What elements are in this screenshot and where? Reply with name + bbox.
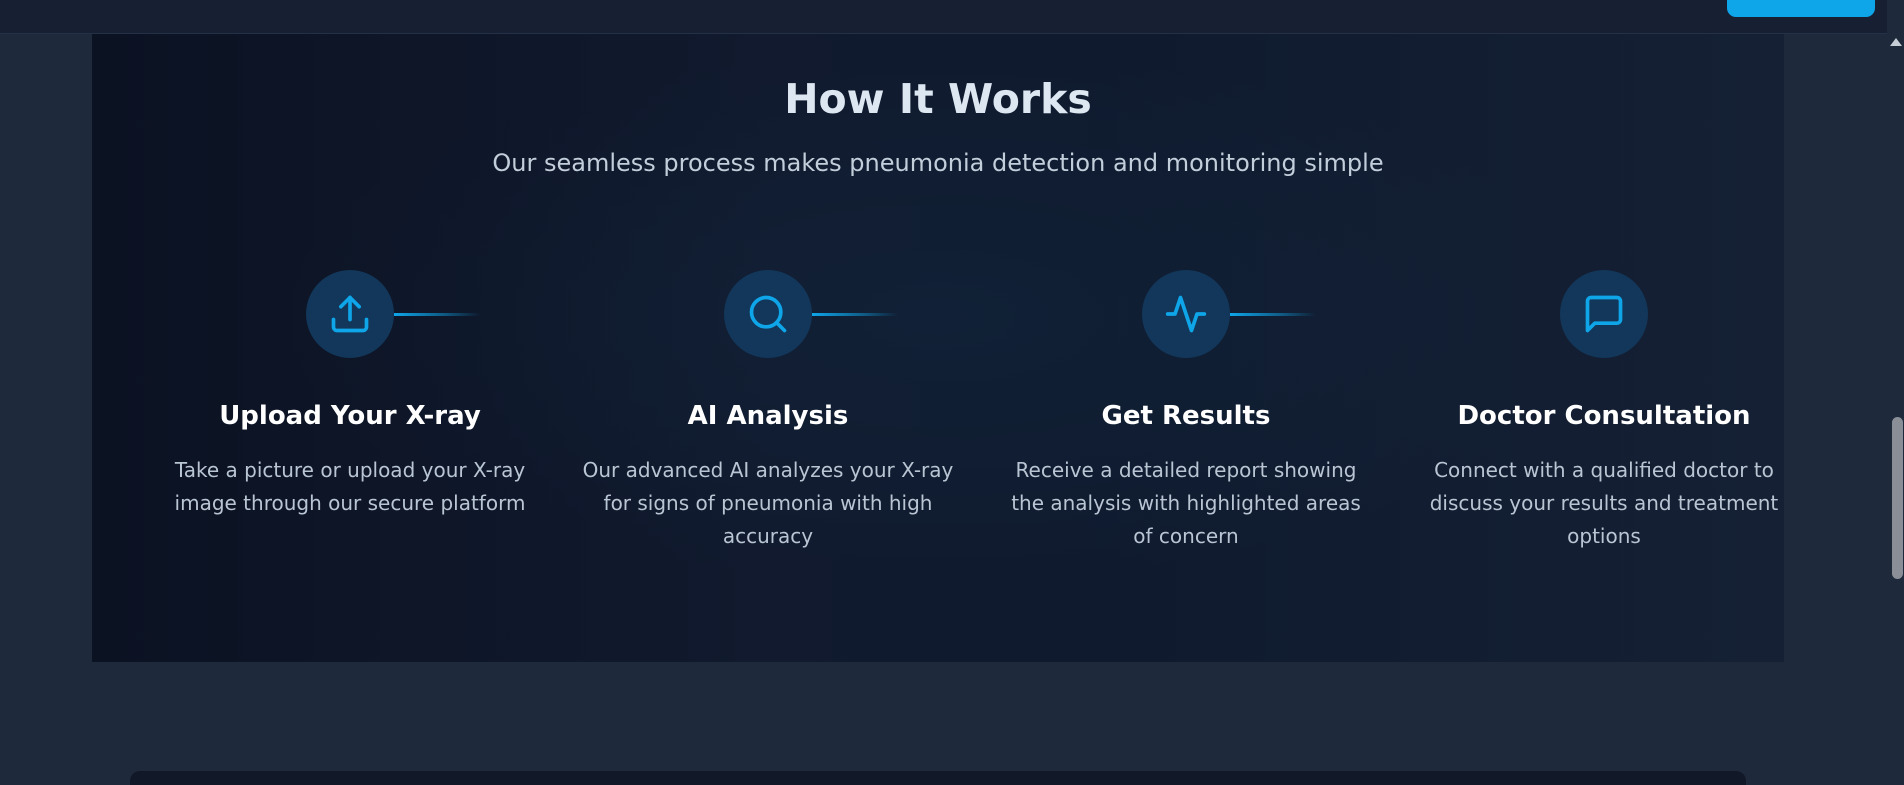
section-subtitle: Our seamless process makes pneumonia det… <box>492 149 1384 177</box>
step-description: Receive a detailed report showing the an… <box>1011 458 1361 548</box>
scroll-up-arrow-icon[interactable] <box>1890 38 1902 46</box>
step-title: Doctor Consultation <box>1457 401 1751 431</box>
step-icon-circle <box>724 270 812 358</box>
scrollbar-track[interactable] <box>1887 34 1904 779</box>
message-square-icon <box>1585 295 1623 333</box>
step-description: Take a picture or upload your X-ray imag… <box>174 458 526 515</box>
next-section-edge <box>130 771 1746 785</box>
upload-icon <box>331 295 369 333</box>
step-icon-circle <box>1142 270 1230 358</box>
top-navbar <box>0 0 1887 34</box>
step-connector-line <box>1230 313 1316 316</box>
activity-icon <box>1165 295 1207 333</box>
step-icon-circle <box>1560 270 1648 358</box>
step-description: Connect with a qualified doctor to discu… <box>1429 458 1779 548</box>
scrollbar-thumb[interactable] <box>1892 417 1903 579</box>
header-cta-button[interactable] <box>1727 0 1875 17</box>
step-description: Our advanced AI analyzes your X-ray for … <box>582 458 954 548</box>
search-icon <box>749 295 787 333</box>
section-title: How It Works <box>784 75 1092 123</box>
how-it-works-section: How It Works Our seamless process makes … <box>92 34 1784 662</box>
step-connector-line <box>394 313 480 316</box>
step-title: Upload Your X-ray <box>219 401 481 431</box>
step-title: AI Analysis <box>687 401 849 431</box>
step-icon-circle <box>306 270 394 358</box>
step-connector-line <box>812 313 898 316</box>
step-title: Get Results <box>1101 401 1271 431</box>
